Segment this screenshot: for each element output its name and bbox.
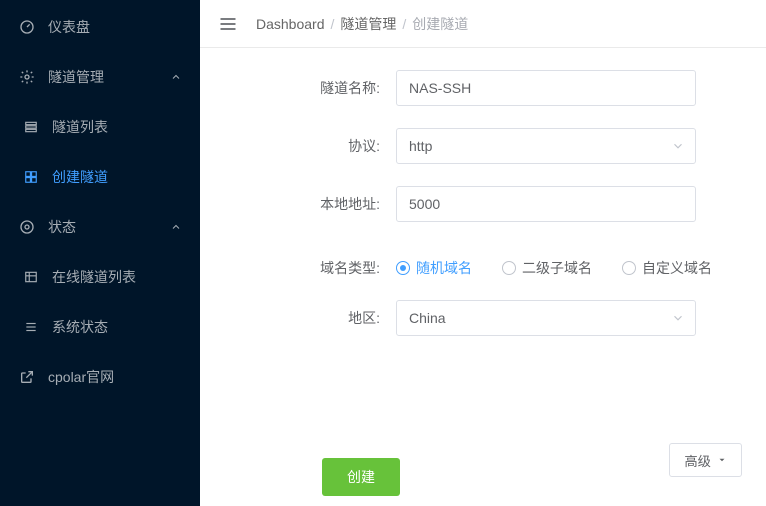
sidebar-item-tunnel-list[interactable]: 隧道列表 <box>0 102 200 152</box>
gear-icon <box>18 68 36 86</box>
label-region: 地区 <box>300 308 380 328</box>
chevron-down-icon <box>671 139 685 153</box>
sidebar-item-online-tunnels[interactable]: 在线隧道列表 <box>0 252 200 302</box>
sidebar-label: cpolar官网 <box>48 367 182 387</box>
label-domain-type: 域名类型 <box>300 258 380 278</box>
breadcrumb-item: 创建隧道 <box>412 14 468 34</box>
advanced-button[interactable]: 高级 <box>669 443 742 477</box>
sidebar-label: 创建隧道 <box>52 167 182 187</box>
chevron-down-icon <box>671 311 685 325</box>
sidebar-item-status[interactable]: 状态 <box>0 202 200 252</box>
radio-dot-icon <box>502 261 516 275</box>
radio-dot-icon <box>622 261 636 275</box>
create-button[interactable]: 创建 <box>322 458 400 496</box>
sidebar-label: 仪表盘 <box>48 17 182 37</box>
caret-down-icon <box>717 455 727 465</box>
radio-custom-domain[interactable]: 自定义域名 <box>622 258 712 278</box>
tunnel-name-input[interactable]: NAS-SSH <box>396 70 696 106</box>
domain-type-radios: 随机域名 二级子域名 自定义域名 <box>396 258 712 278</box>
sidebar: 仪表盘 隧道管理 隧道列表 创建隧道 状态 在线隧道列表 系统状态 cpolar… <box>0 0 200 506</box>
grid-icon <box>22 168 40 186</box>
circle-icon <box>18 218 36 236</box>
radio-random-domain[interactable]: 随机域名 <box>396 258 472 278</box>
sidebar-item-cpolar-site[interactable]: cpolar官网 <box>0 352 200 402</box>
list-icon <box>22 118 40 136</box>
label-local-addr: 本地地址 <box>300 194 380 214</box>
local-addr-input[interactable]: 5000 <box>396 186 696 222</box>
sidebar-label: 状态 <box>48 217 170 237</box>
hamburger-icon[interactable] <box>218 14 238 34</box>
sidebar-item-system-status[interactable]: 系统状态 <box>0 302 200 352</box>
sidebar-item-tunnel-mgmt[interactable]: 隧道管理 <box>0 52 200 102</box>
label-protocol: 协议 <box>300 136 380 156</box>
advanced-wrap: 高级 <box>669 443 742 477</box>
sidebar-item-dashboard[interactable]: 仪表盘 <box>0 2 200 52</box>
external-link-icon <box>18 368 36 386</box>
bars-icon <box>22 318 40 336</box>
sidebar-item-create-tunnel[interactable]: 创建隧道 <box>0 152 200 202</box>
breadcrumb: Dashboard / 隧道管理 / 创建隧道 <box>256 14 468 34</box>
radio-subdomain[interactable]: 二级子域名 <box>502 258 592 278</box>
breadcrumb-item[interactable]: Dashboard <box>256 16 325 32</box>
radio-dot-icon <box>396 261 410 275</box>
breadcrumb-item[interactable]: 隧道管理 <box>340 14 396 34</box>
chevron-up-icon <box>170 71 182 83</box>
topbar: Dashboard / 隧道管理 / 创建隧道 <box>200 0 766 48</box>
breadcrumb-sep: / <box>402 16 406 32</box>
form: 隧道名称 NAS-SSH 协议 http 本地地址 5000 域名类型 随机域名… <box>200 48 766 506</box>
label-tunnel-name: 隧道名称 <box>300 78 380 98</box>
sidebar-label: 隧道管理 <box>48 67 170 87</box>
chevron-up-icon <box>170 221 182 233</box>
region-select[interactable]: China <box>396 300 696 336</box>
gauge-icon <box>18 18 36 36</box>
sidebar-label: 在线隧道列表 <box>52 267 182 287</box>
breadcrumb-sep: / <box>331 16 335 32</box>
table-icon <box>22 268 40 286</box>
main: Dashboard / 隧道管理 / 创建隧道 隧道名称 NAS-SSH 协议 … <box>200 0 766 506</box>
protocol-select[interactable]: http <box>396 128 696 164</box>
sidebar-label: 系统状态 <box>52 317 182 337</box>
sidebar-label: 隧道列表 <box>52 117 182 137</box>
